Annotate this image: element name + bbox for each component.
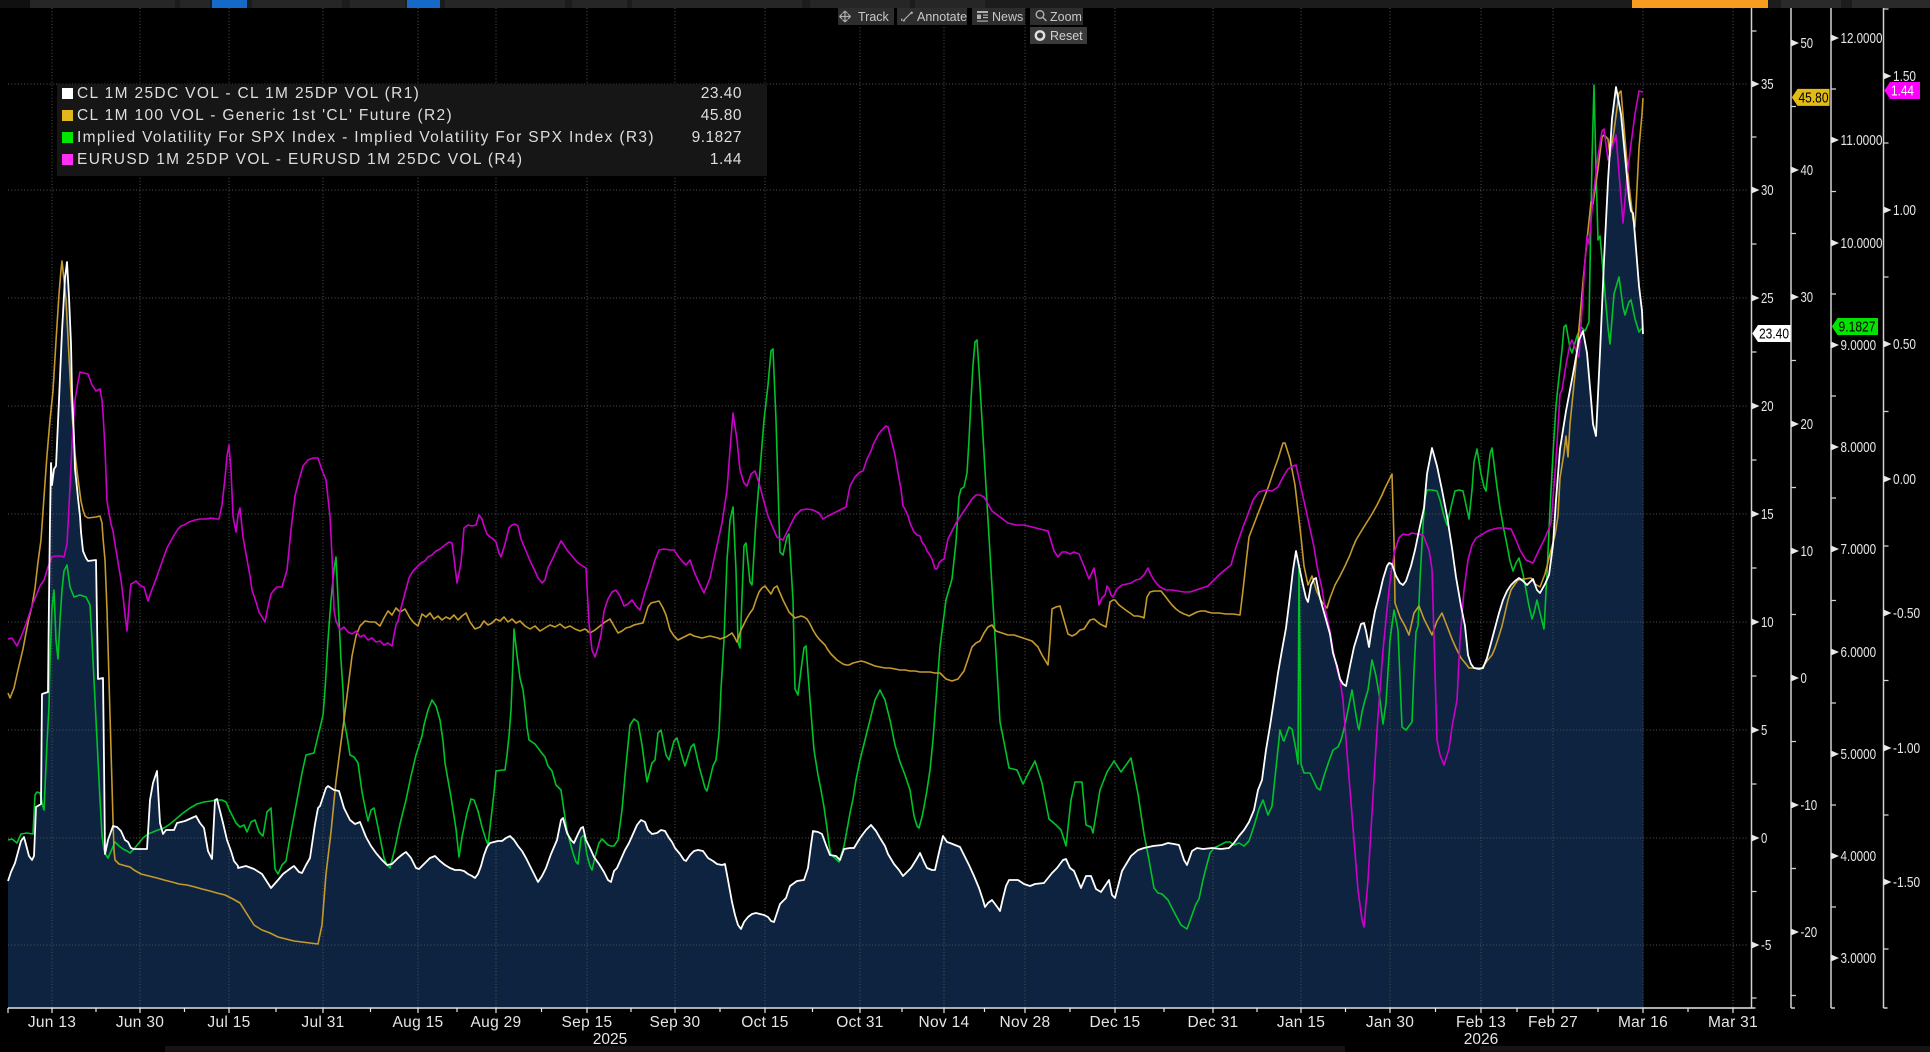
svg-text:Mar 16: Mar 16	[1618, 1014, 1668, 1031]
svg-text:Nov 14: Nov 14	[919, 1014, 970, 1031]
svg-text:0.00: 0.00	[1893, 471, 1916, 488]
svg-text:6.0000: 6.0000	[1841, 644, 1877, 661]
svg-text:10: 10	[1761, 614, 1774, 631]
svg-text:30: 30	[1801, 289, 1814, 306]
svg-text:2025: 2025	[593, 1031, 627, 1048]
svg-text:0.50: 0.50	[1893, 336, 1916, 353]
svg-text:CL 1M 100 VOL - Generic 1st 'C: CL 1M 100 VOL - Generic 1st 'CL' Future …	[77, 107, 453, 124]
svg-text:News: News	[992, 10, 1023, 24]
svg-text:Jan 30: Jan 30	[1366, 1014, 1414, 1031]
svg-text:-0.50: -0.50	[1893, 605, 1920, 622]
svg-text:10.0000: 10.0000	[1841, 235, 1883, 252]
svg-text:9.0000: 9.0000	[1841, 337, 1877, 354]
svg-text:Sep 30: Sep 30	[650, 1014, 701, 1031]
svg-text:Annotate: Annotate	[917, 10, 967, 24]
svg-text:Dec 15: Dec 15	[1090, 1014, 1141, 1031]
svg-text:11.0000: 11.0000	[1841, 132, 1883, 149]
svg-text:Jun 30: Jun 30	[116, 1014, 164, 1031]
svg-text:2026: 2026	[1464, 1031, 1498, 1048]
svg-text:8.0000: 8.0000	[1841, 439, 1877, 456]
svg-text:-10: -10	[1801, 797, 1818, 814]
svg-text:Feb 13: Feb 13	[1456, 1014, 1506, 1031]
svg-text:15: 15	[1761, 506, 1774, 523]
svg-text:9.1827: 9.1827	[692, 129, 742, 146]
svg-text:1.00: 1.00	[1893, 202, 1916, 219]
svg-text:0: 0	[1801, 670, 1807, 687]
svg-text:Oct 31: Oct 31	[836, 1014, 883, 1031]
svg-text:35: 35	[1761, 76, 1774, 93]
svg-text:10: 10	[1801, 543, 1814, 560]
svg-text:Feb 27: Feb 27	[1528, 1014, 1578, 1031]
svg-text:-20: -20	[1801, 924, 1818, 941]
svg-text:45.80: 45.80	[1799, 90, 1829, 106]
svg-text:7.0000: 7.0000	[1841, 541, 1877, 558]
svg-text:Zoom: Zoom	[1050, 10, 1082, 24]
svg-text:-1.50: -1.50	[1893, 874, 1920, 891]
svg-text:Jul 31: Jul 31	[301, 1014, 344, 1031]
svg-text:Reset: Reset	[1050, 29, 1083, 43]
svg-text:CL 1M 25DC VOL - CL 1M 25DP VO: CL 1M 25DC VOL - CL 1M 25DP VOL (R1)	[77, 85, 420, 102]
svg-text:Oct 15: Oct 15	[741, 1014, 788, 1031]
svg-text:20: 20	[1801, 416, 1814, 433]
svg-text:3.0000: 3.0000	[1841, 950, 1877, 967]
svg-text:4.0000: 4.0000	[1841, 848, 1877, 865]
svg-text:1.44: 1.44	[1891, 84, 1914, 100]
svg-text:-5: -5	[1761, 937, 1771, 954]
svg-text:40: 40	[1801, 162, 1814, 179]
svg-text:Nov 28: Nov 28	[1000, 1014, 1051, 1031]
svg-text:5: 5	[1761, 722, 1767, 739]
svg-text:30: 30	[1761, 182, 1774, 199]
svg-text:23.40: 23.40	[1759, 327, 1789, 343]
svg-text:45.80: 45.80	[701, 107, 742, 124]
svg-text:Implied Volatility For SPX Ind: Implied Volatility For SPX Index - Impli…	[77, 129, 655, 146]
svg-text:1.44: 1.44	[710, 151, 742, 168]
svg-text:Aug 15: Aug 15	[393, 1014, 444, 1031]
svg-text:Dec 31: Dec 31	[1188, 1014, 1239, 1031]
svg-text:5.0000: 5.0000	[1841, 746, 1877, 763]
svg-text:12.0000: 12.0000	[1841, 30, 1883, 47]
svg-text:0: 0	[1761, 830, 1767, 847]
svg-text:Sep 15: Sep 15	[562, 1014, 613, 1031]
svg-text:Jun 13: Jun 13	[28, 1014, 76, 1031]
svg-text:23.40: 23.40	[701, 85, 742, 102]
svg-text:EURUSD 1M 25DP VOL - EURUSD 1M: EURUSD 1M 25DP VOL - EURUSD 1M 25DC VOL …	[77, 151, 523, 168]
svg-text:Mar 31: Mar 31	[1708, 1014, 1758, 1031]
svg-text:Jul 15: Jul 15	[207, 1014, 250, 1031]
svg-text:9.1827: 9.1827	[1839, 320, 1876, 336]
svg-text:20: 20	[1761, 398, 1774, 415]
svg-text:Jan 15: Jan 15	[1277, 1014, 1325, 1031]
svg-text:50: 50	[1801, 35, 1814, 52]
svg-text:Aug 29: Aug 29	[471, 1014, 522, 1031]
svg-text:25: 25	[1761, 290, 1774, 307]
svg-text:-1.00: -1.00	[1893, 740, 1920, 757]
svg-text:Track: Track	[858, 10, 890, 24]
